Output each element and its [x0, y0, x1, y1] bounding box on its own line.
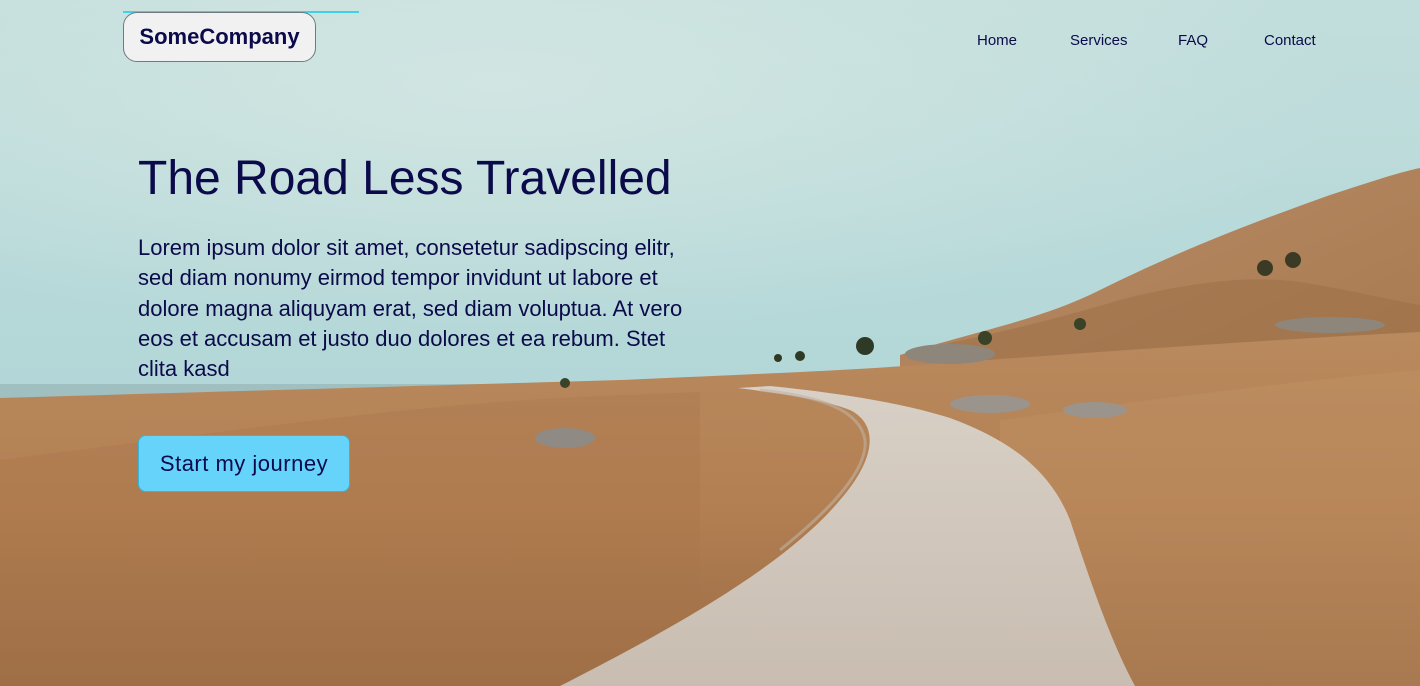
brand-name: SomeCompany: [139, 24, 300, 49]
nav-link-services[interactable]: Services: [1070, 32, 1128, 52]
nav-link-home[interactable]: Home: [977, 32, 1017, 52]
hero-title: The Road Less Travelled: [138, 152, 672, 205]
hero-section: SomeCompany Home Services FAQ Contact Th…: [0, 0, 1420, 686]
hero-description: Lorem ipsum dolor sit amet, consetetur s…: [138, 235, 683, 382]
start-journey-button[interactable]: Start my journey: [138, 435, 350, 492]
brand-logo[interactable]: SomeCompany: [123, 12, 316, 62]
nav-link-faq[interactable]: FAQ: [1178, 32, 1208, 52]
nav-link-contact[interactable]: Contact: [1264, 32, 1316, 52]
